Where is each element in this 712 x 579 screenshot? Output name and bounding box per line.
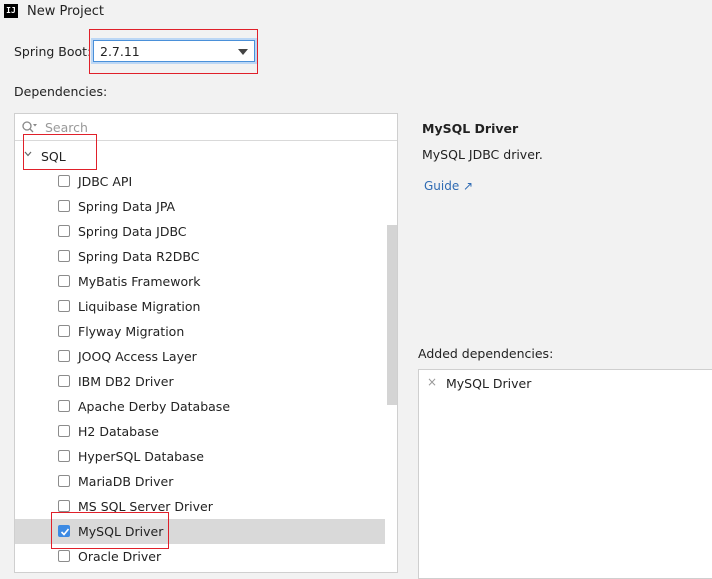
- dependency-label: Oracle Driver: [78, 549, 162, 564]
- dependency-label: HyperSQL Database: [78, 449, 204, 464]
- checkbox[interactable]: [58, 425, 70, 437]
- search-placeholder: Search: [45, 120, 88, 135]
- dependency-label: MS SQL Server Driver: [78, 499, 213, 514]
- checkbox[interactable]: [58, 200, 70, 212]
- added-dependency-label: MySQL Driver: [446, 376, 532, 391]
- checkbox[interactable]: [58, 475, 70, 487]
- checkbox[interactable]: [58, 450, 70, 462]
- dropdown-arrow-icon: [238, 49, 248, 55]
- dependency-label: MySQL Driver: [78, 524, 164, 539]
- dependency-label: MariaDB Driver: [78, 474, 174, 489]
- dependency-item[interactable]: MySQL Driver: [15, 519, 385, 544]
- checkbox[interactable]: [58, 225, 70, 237]
- dependency-item[interactable]: IBM DB2 Driver: [15, 369, 385, 394]
- dependency-label: Liquibase Migration: [78, 299, 201, 314]
- dependency-label: Spring Data JPA: [78, 199, 176, 214]
- dependency-item[interactable]: MS SQL Server Driver: [15, 494, 385, 519]
- spring-boot-version-select[interactable]: 2.7.11: [93, 40, 255, 62]
- checkbox[interactable]: [58, 250, 70, 262]
- dependency-label: Apache Derby Database: [78, 399, 231, 414]
- dependency-item[interactable]: H2 Database: [15, 419, 385, 444]
- dependency-item[interactable]: Apache Derby Database: [15, 394, 385, 419]
- added-dependency-item: × MySQL Driver: [419, 370, 712, 394]
- dependency-label: Spring Data R2DBC: [78, 249, 200, 264]
- dependency-item[interactable]: MariaDB Driver: [15, 469, 385, 494]
- checkbox[interactable]: [58, 550, 70, 562]
- spring-boot-label: Spring Boot:: [14, 44, 92, 59]
- dependency-item[interactable]: Liquibase Migration: [15, 294, 385, 319]
- dependency-label: MyBatis Framework: [78, 274, 201, 289]
- checkbox[interactable]: [58, 175, 70, 187]
- checkbox[interactable]: [58, 350, 70, 362]
- window-title: New Project: [27, 4, 104, 19]
- dependency-item[interactable]: Flyway Migration: [15, 319, 385, 344]
- dependency-label: JDBC API: [78, 174, 133, 189]
- dependency-search-field[interactable]: Search: [15, 114, 397, 141]
- dependency-info-title: MySQL Driver: [422, 121, 519, 136]
- checkbox[interactable]: [58, 500, 70, 512]
- tree-scrollbar[interactable]: [387, 225, 397, 405]
- dependency-info-description: MySQL JDBC driver.: [422, 147, 543, 162]
- dependency-item[interactable]: MyBatis Framework: [15, 269, 385, 294]
- dependency-label: Spring Data JDBC: [78, 224, 187, 239]
- remove-dependency-icon[interactable]: ×: [427, 375, 437, 389]
- dependency-item[interactable]: HyperSQL Database: [15, 444, 385, 469]
- dependency-item[interactable]: Spring Data R2DBC: [15, 244, 385, 269]
- dependency-item[interactable]: JDBC API: [15, 169, 385, 194]
- dependency-label: H2 Database: [78, 424, 159, 439]
- checkbox[interactable]: [58, 400, 70, 412]
- dependency-item[interactable]: Oracle Driver: [15, 544, 385, 569]
- app-logo-icon: IJ: [4, 4, 18, 18]
- checkbox[interactable]: [58, 300, 70, 312]
- spring-boot-version-value: 2.7.11: [100, 44, 140, 59]
- checkbox[interactable]: [58, 375, 70, 387]
- checkbox[interactable]: [58, 275, 70, 287]
- chevron-down-icon: [24, 151, 32, 157]
- dependency-item[interactable]: Spring Data JDBC: [15, 219, 385, 244]
- dependency-item[interactable]: Spring Data JPA: [15, 194, 385, 219]
- dependency-label: Flyway Migration: [78, 324, 185, 339]
- search-icon: [22, 121, 37, 133]
- added-dependencies-label: Added dependencies:: [418, 346, 554, 361]
- dependency-tree: Search SQL JDBC API Spring Data JPA Spring…: [14, 113, 398, 573]
- dependency-label: IBM DB2 Driver: [78, 374, 174, 389]
- category-sql[interactable]: SQL: [15, 144, 397, 168]
- dependency-item[interactable]: JOOQ Access Layer: [15, 344, 385, 369]
- dependency-label: JOOQ Access Layer: [78, 349, 197, 364]
- dependencies-label: Dependencies:: [14, 84, 108, 99]
- added-dependencies-panel: × MySQL Driver: [418, 369, 712, 579]
- category-label: SQL: [41, 149, 66, 164]
- checkbox[interactable]: [58, 325, 70, 337]
- guide-link[interactable]: Guide ↗: [424, 179, 473, 193]
- checkbox-checked[interactable]: [58, 525, 70, 537]
